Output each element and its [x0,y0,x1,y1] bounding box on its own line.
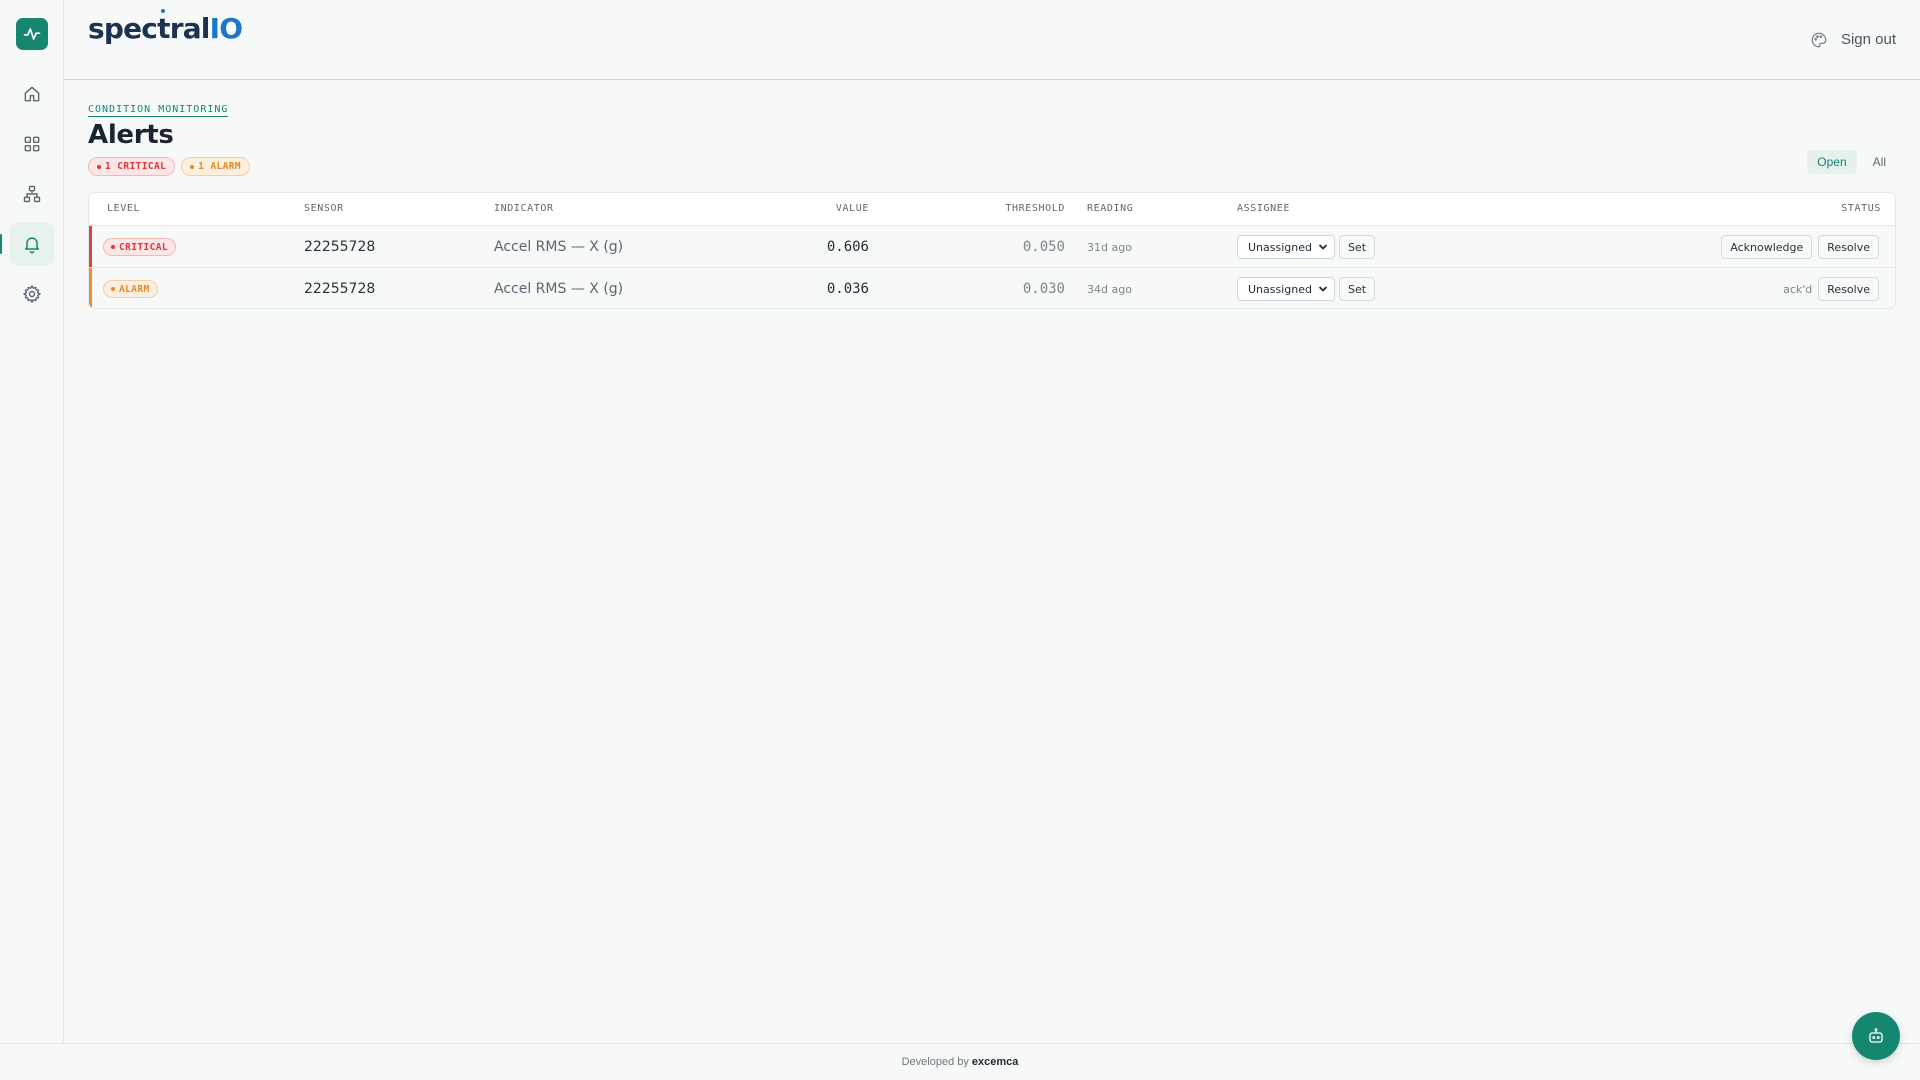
reading-age: 31d ago [1087,240,1132,254]
level-label: CRITICAL [119,241,168,253]
footer: Developed by excemca [0,1043,1920,1080]
assignee-value: Unassigned [1248,240,1312,254]
col-level: LEVEL [107,203,141,214]
sidebar-item-settings[interactable] [10,272,54,316]
level-badge-alarm: ALARM [103,280,158,298]
assignee-select[interactable]: Unassigned [1237,277,1335,301]
alert-threshold: 0.030 [1022,281,1065,297]
section-eyebrow: CONDITION MONITORING [88,104,229,117]
app-logo[interactable] [16,18,48,50]
alerts-table: LEVEL SENSOR INDICATOR VALUE THRESHOLD R… [88,192,1896,309]
brand-text-start: spec [88,12,158,45]
sensor-id: 22255728 [304,239,376,255]
sidebar-item-hierarchy[interactable] [10,172,54,216]
robot-icon [1869,1028,1883,1043]
alert-value: 0.606 [826,239,869,255]
assistant-bot-button[interactable] [1852,1012,1900,1060]
level-label: ALARM [119,283,150,295]
alert-threshold: 0.050 [1022,239,1065,255]
indicator-name: Accel RMS — X (g) [494,239,624,255]
table-header: LEVEL SENSOR INDICATOR VALUE THRESHOLD R… [89,193,1895,225]
col-threshold: THRESHOLD [1005,203,1065,214]
col-assignee: ASSIGNEE [1237,203,1290,214]
resolve-button[interactable]: Resolve [1818,235,1879,259]
footer-prefix: Developed by [901,1056,969,1068]
chevron-down-icon [1318,286,1328,292]
col-reading: READING [1087,203,1134,214]
acknowledged-status: ack'd [1783,282,1813,296]
sign-out-link[interactable]: Sign out [1841,31,1896,48]
gear-icon [22,284,42,304]
alarm-indicator-bar [89,268,92,308]
brand-text-io: IO [209,12,243,45]
critical-count-badge: 1 CRITICAL [88,157,176,176]
top-header: spec tralIO Sign out [64,0,1920,80]
bell-icon [25,237,39,254]
sidebar-item-alerts[interactable] [0,222,54,266]
brand-text-t: t [157,9,170,45]
sidebar [0,0,64,1043]
pulse-icon [23,28,41,40]
chevron-down-icon [1318,244,1328,250]
table-row: CRITICAL 22255728 Accel RMS — X (g) 0.60… [89,225,1895,267]
col-sensor: SENSOR [304,203,344,214]
assignee-select[interactable]: Unassigned [1237,235,1335,259]
assignee-value: Unassigned [1248,282,1312,296]
brand-logo[interactable]: spec tralIO [88,9,243,45]
palette-icon [1811,32,1827,48]
alarm-count-label: 1 ALARM [198,161,242,172]
footer-author-link[interactable]: excemca [972,1056,1019,1068]
set-assignee-button[interactable]: Set [1339,235,1376,259]
level-badge-critical: CRITICAL [103,238,176,256]
acknowledge-button[interactable]: Acknowledge [1721,235,1813,259]
reading-age: 34d ago [1087,282,1132,296]
hierarchy-icon [23,185,41,203]
filter-all[interactable]: All [1863,150,1896,174]
critical-indicator-bar [89,226,92,267]
col-status: STATUS [1841,203,1881,214]
brand-text-tail: ral [169,12,211,45]
alarm-count-badge: 1 ALARM [181,157,251,176]
sidebar-item-dashboards[interactable] [10,122,54,166]
resolve-button[interactable]: Resolve [1818,277,1879,301]
status-filter: Open All [1807,150,1896,174]
theme-palette-button[interactable] [1810,31,1828,49]
filter-open[interactable]: Open [1807,150,1857,174]
grid-icon [24,136,40,152]
sensor-id: 22255728 [304,281,376,297]
col-indicator: INDICATOR [494,203,554,214]
table-row: ALARM 22255728 Accel RMS — X (g) 0.036 0… [89,267,1895,308]
indicator-name: Accel RMS — X (g) [494,281,624,297]
alert-value: 0.036 [826,281,869,297]
alert-summary: 1 CRITICAL 1 ALARM [88,157,251,176]
home-icon [24,86,40,102]
sidebar-item-home[interactable] [10,72,54,116]
set-assignee-button[interactable]: Set [1339,277,1376,301]
col-value: VALUE [835,203,869,214]
brand-text-t-letter: t [157,12,170,45]
critical-count-label: 1 CRITICAL [105,161,167,172]
page-title: Alerts [88,120,174,150]
